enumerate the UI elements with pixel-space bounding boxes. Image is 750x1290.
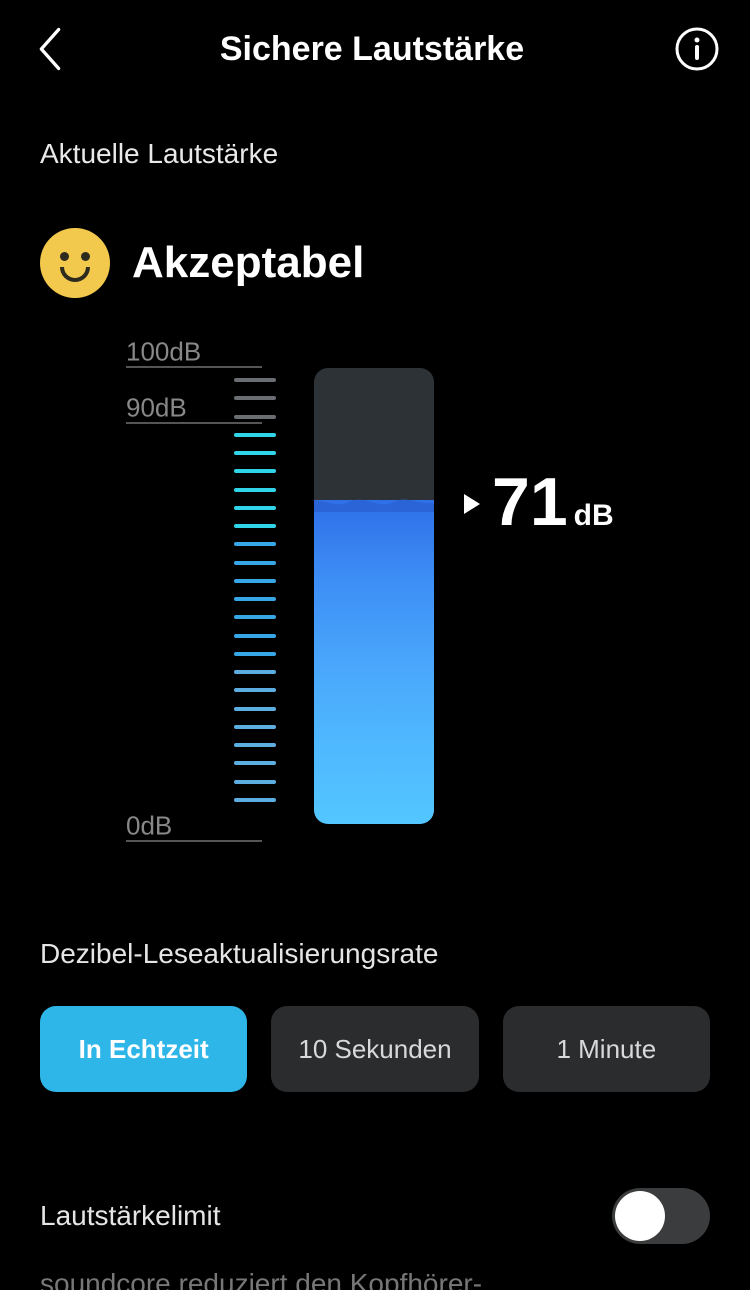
volume-tube — [314, 368, 434, 824]
chevron-left-icon — [37, 27, 63, 71]
smiley-icon — [40, 228, 110, 298]
rate-option-1m[interactable]: 1 Minute — [503, 1006, 710, 1092]
info-icon — [675, 27, 719, 71]
volume-limit-description: soundcore reduziert den Kopfhörer- — [0, 1244, 750, 1290]
volume-fill — [314, 500, 434, 824]
db-value: 71 — [492, 468, 568, 536]
wave-icon — [314, 490, 434, 512]
play-triangle-icon — [464, 494, 480, 514]
rate-option-10s[interactable]: 10 Sekunden — [271, 1006, 478, 1092]
db-unit: dB — [574, 499, 614, 539]
status-text: Akzeptabel — [132, 238, 364, 288]
db-readout: 71 dB — [464, 468, 614, 539]
rate-option-realtime[interactable]: In Echtzeit — [40, 1006, 247, 1092]
info-button[interactable] — [674, 26, 720, 72]
toggle-knob — [615, 1191, 665, 1241]
status-row: Akzeptabel — [0, 170, 750, 298]
volume-limit-label: Lautstärkelimit — [40, 1200, 221, 1232]
refresh-rate-segmented: In Echtzeit 10 Sekunden 1 Minute — [0, 970, 750, 1092]
volume-meter: 100dB 90dB 0dB 71 dB — [0, 338, 750, 858]
page-title: Sichere Lautstärke — [220, 30, 524, 69]
back-button[interactable] — [30, 29, 70, 69]
volume-limit-toggle[interactable] — [612, 1188, 710, 1244]
current-volume-label: Aktuelle Lautstärke — [0, 80, 750, 170]
refresh-rate-label: Dezibel-Leseaktualisierungsrate — [0, 858, 750, 970]
